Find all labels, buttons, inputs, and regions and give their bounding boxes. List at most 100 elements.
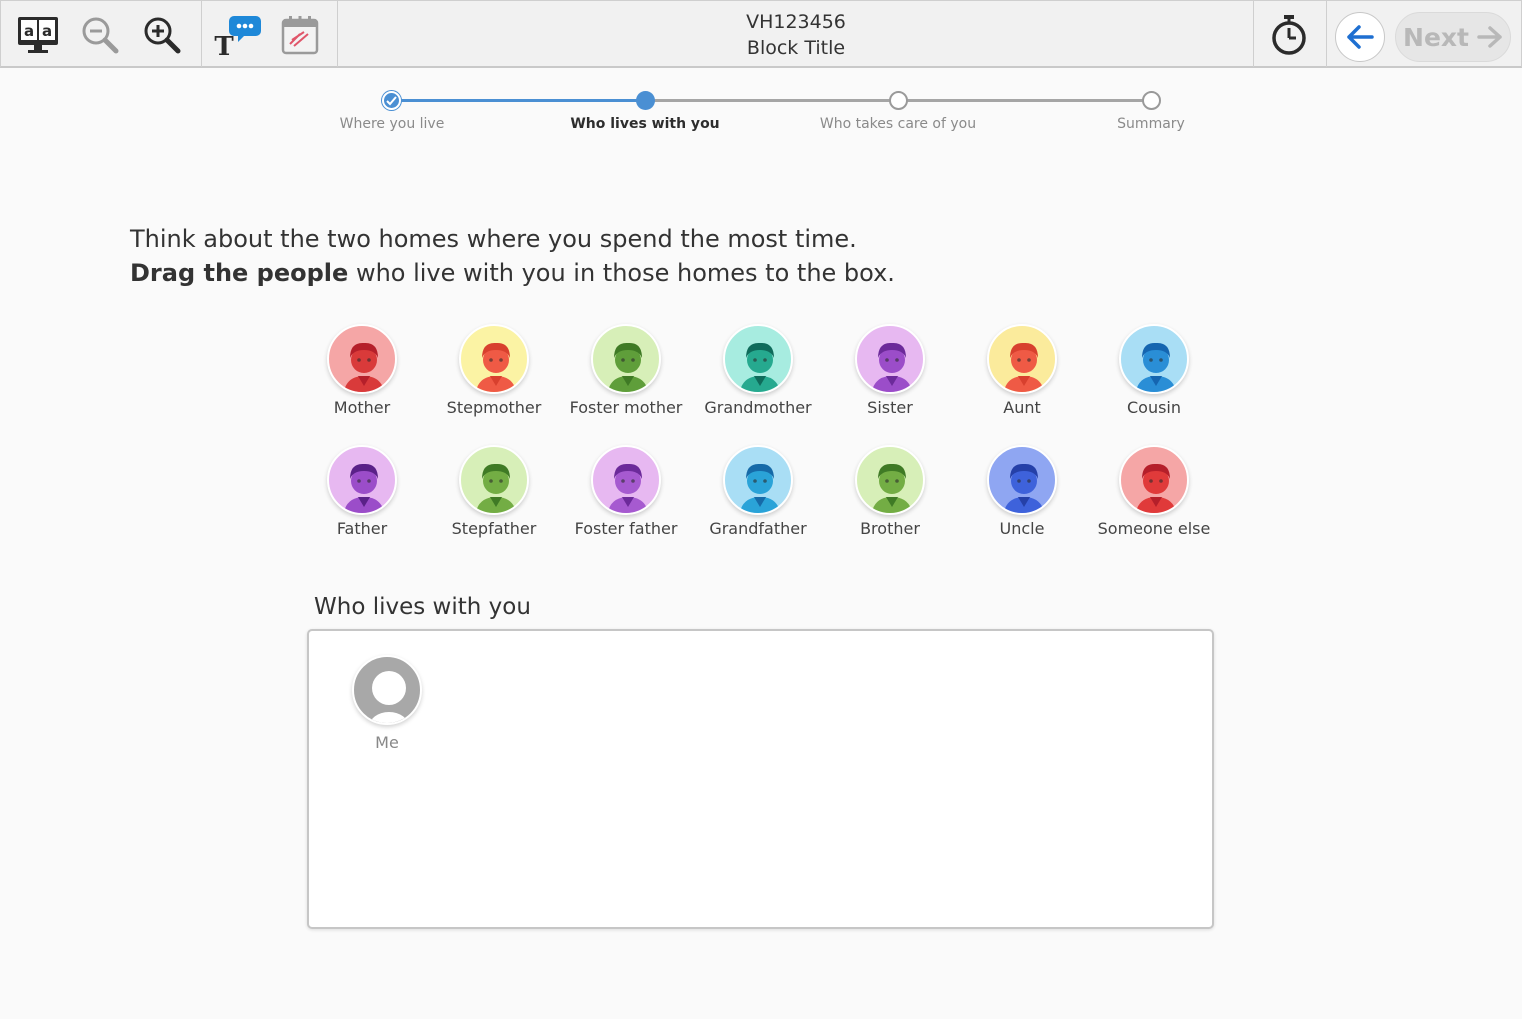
- aunt-avatar: [987, 324, 1057, 394]
- person-avatar-icon: [475, 463, 517, 513]
- person-name: Cousin: [1126, 398, 1182, 417]
- svg-text:a: a: [24, 22, 34, 40]
- person-avatar-icon: [871, 342, 913, 392]
- person-avatar-icon: [475, 342, 517, 392]
- person-name: Aunt: [1003, 398, 1041, 417]
- next-label: Next: [1403, 22, 1469, 52]
- forward-arrow-icon: [1477, 26, 1502, 48]
- person-card-aunt[interactable]: Aunt: [952, 324, 1092, 417]
- person-card-uncle[interactable]: Uncle: [952, 445, 1092, 538]
- toolbar: a a T VH123456 Block Title Next: [0, 0, 1522, 68]
- user-silhouette-icon: [369, 671, 409, 723]
- grandfather-avatar: [723, 445, 793, 515]
- next-button[interactable]: Next: [1395, 12, 1511, 62]
- person-avatar-icon: [343, 342, 385, 392]
- person-card-stepmother[interactable]: Stepmother: [424, 324, 564, 417]
- block-header: VH123456 Block Title: [601, 9, 991, 61]
- toolbar-divider: [1326, 1, 1327, 67]
- person-avatar-icon: [739, 342, 781, 392]
- person-card-mother[interactable]: Mother: [292, 324, 432, 417]
- toolbar-divider: [1253, 1, 1254, 67]
- person-name: Foster father: [574, 519, 678, 538]
- person-card-me[interactable]: Me: [347, 655, 427, 752]
- person-card-foster-father[interactable]: Foster father: [556, 445, 696, 538]
- person-name: Grandfather: [709, 519, 807, 538]
- someone-else-avatar: [1119, 445, 1189, 515]
- person-name: Uncle: [999, 519, 1045, 538]
- progress-line-complete: [392, 99, 646, 102]
- person-card-brother[interactable]: Brother: [820, 445, 960, 538]
- person-avatar-icon: [1135, 342, 1177, 392]
- block-title: Block Title: [746, 37, 846, 59]
- person-avatar-icon: [607, 342, 649, 392]
- person-name: Stepmother: [446, 398, 542, 417]
- svg-text:T: T: [214, 32, 234, 57]
- drop-box[interactable]: Me: [307, 629, 1214, 929]
- instruction-emphasis: Drag the people: [130, 259, 349, 287]
- person-avatar-icon: [1135, 463, 1177, 513]
- person-card-sister[interactable]: Sister: [820, 324, 960, 417]
- person-name: Father: [336, 519, 388, 538]
- person-avatar-icon: [607, 463, 649, 513]
- drop-box-title: Who lives with you: [314, 594, 531, 620]
- person-card-grandfather[interactable]: Grandfather: [688, 445, 828, 538]
- person-card-father[interactable]: Father: [292, 445, 432, 538]
- person-avatar-icon: [871, 463, 913, 513]
- foster-mother-avatar: [591, 324, 661, 394]
- person-name: Mother: [333, 398, 391, 417]
- me-avatar: [352, 655, 422, 725]
- progress-step-3-label: Who takes care of you: [819, 116, 977, 132]
- progress-step-2-label: Who lives with you: [570, 116, 720, 132]
- instruction-line-2: Drag the people who live with you in tho…: [130, 256, 895, 290]
- person-card-someone-else[interactable]: Someone else: [1084, 445, 1224, 538]
- instructions: Think about the two homes where you spen…: [130, 222, 895, 290]
- person-avatar-icon: [739, 463, 781, 513]
- instruction-line-1: Think about the two homes where you spen…: [130, 225, 857, 253]
- uncle-avatar: [987, 445, 1057, 515]
- person-name: Foster mother: [569, 398, 683, 417]
- person-name: Someone else: [1097, 519, 1211, 538]
- person-avatar-icon: [1003, 463, 1045, 513]
- zoom-in-icon[interactable]: [135, 7, 189, 63]
- svg-text:a: a: [42, 22, 52, 40]
- person-card-cousin[interactable]: Cousin: [1084, 324, 1224, 417]
- person-name: Stepfather: [451, 519, 537, 538]
- text-to-speech-icon[interactable]: a a: [11, 7, 65, 63]
- foster-father-avatar: [591, 445, 661, 515]
- checkmark-icon: [386, 95, 397, 105]
- annotate-icon[interactable]: T: [209, 7, 263, 63]
- timer-icon[interactable]: [1262, 7, 1316, 63]
- back-button[interactable]: [1335, 12, 1385, 62]
- stepmother-avatar: [459, 324, 529, 394]
- cousin-avatar: [1119, 324, 1189, 394]
- progress-step-1-node: [382, 91, 401, 110]
- father-avatar: [327, 445, 397, 515]
- toolbar-divider: [201, 1, 202, 67]
- person-name: Grandmother: [704, 398, 812, 417]
- progress-step-4-label: Summary: [1117, 116, 1185, 132]
- progress-step-3-node: [889, 91, 908, 110]
- person-name: Brother: [860, 519, 920, 538]
- person-card-stepfather[interactable]: Stepfather: [424, 445, 564, 538]
- block-code: VH123456: [746, 11, 846, 33]
- toolbar-divider: [337, 1, 338, 67]
- brother-avatar: [855, 445, 925, 515]
- stepfather-avatar: [459, 445, 529, 515]
- instruction-rest: who live with you in those homes to the …: [348, 259, 895, 287]
- person-card-grandmother[interactable]: Grandmother: [688, 324, 828, 417]
- calendar-icon[interactable]: [273, 7, 327, 63]
- back-arrow-icon: [1347, 25, 1374, 49]
- zoom-out-icon[interactable]: [73, 7, 127, 63]
- person-avatar-icon: [1003, 342, 1045, 392]
- person-name: Sister: [867, 398, 913, 417]
- mother-avatar: [327, 324, 397, 394]
- sister-avatar: [855, 324, 925, 394]
- person-name: Me: [375, 733, 399, 752]
- person-card-foster-mother[interactable]: Foster mother: [556, 324, 696, 417]
- progress-tracker: Where you live Who lives with you Who ta…: [0, 86, 1522, 146]
- progress-step-4-node: [1142, 91, 1161, 110]
- progress-step-1-label: Where you live: [339, 116, 445, 132]
- progress-step-2-node: [636, 91, 655, 110]
- person-avatar-icon: [343, 463, 385, 513]
- grandmother-avatar: [723, 324, 793, 394]
